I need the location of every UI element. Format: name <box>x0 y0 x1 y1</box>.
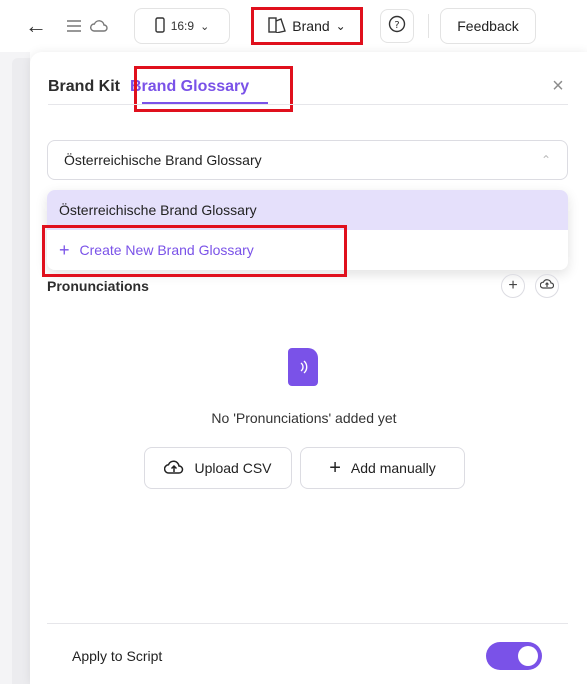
dropdown-item-glossary[interactable]: Österreichische Brand Glossary <box>47 190 568 230</box>
create-highlight-box <box>42 225 347 277</box>
toolbar-divider <box>428 14 429 38</box>
audio-file-icon <box>288 348 318 386</box>
aspect-ratio-button[interactable]: 16:9 ⌄ <box>134 8 230 44</box>
brand-icon <box>268 16 287 36</box>
brand-panel: Brand Kit Brand Glossary × Österreichisc… <box>30 52 587 684</box>
bottom-divider <box>47 623 568 624</box>
plus-icon: + <box>508 277 518 294</box>
chevron-down-icon: ⌄ <box>200 20 210 33</box>
upload-csv-button[interactable]: Upload CSV <box>144 447 292 489</box>
background-card <box>12 58 30 684</box>
dropdown-item-label: Österreichische Brand Glossary <box>59 202 257 218</box>
cloud-icon <box>88 14 110 38</box>
back-arrow-icon[interactable]: ← <box>24 12 48 40</box>
glossary-select[interactable]: Österreichische Brand Glossary ⌃ <box>47 140 568 180</box>
help-button[interactable]: ? <box>380 9 414 43</box>
add-manually-button[interactable]: + Add manually <box>300 447 465 489</box>
svg-text:?: ? <box>394 20 399 31</box>
plus-icon: + <box>329 456 341 479</box>
add-pronunciation-button[interactable]: + <box>501 274 525 298</box>
brand-button[interactable]: Brand ⌄ <box>251 7 363 45</box>
chevron-down-icon: ⌄ <box>335 19 346 33</box>
toggle-knob <box>518 646 538 666</box>
phone-icon <box>155 16 165 36</box>
apply-to-script-label: Apply to Script <box>72 648 163 664</box>
apply-to-script-toggle[interactable] <box>486 642 542 670</box>
add-manually-label: Add manually <box>350 460 436 476</box>
upload-pronunciation-button[interactable] <box>535 274 559 298</box>
pronunciations-heading: Pronunciations <box>47 278 149 294</box>
ratio-label: 16:9 <box>170 19 195 33</box>
menu-icon[interactable] <box>64 14 84 38</box>
tabs-divider <box>48 104 568 105</box>
help-icon: ? <box>388 15 406 38</box>
glossary-select-value: Österreichische Brand Glossary <box>64 152 262 168</box>
cloud-upload-icon <box>164 459 184 478</box>
feedback-button[interactable]: Feedback <box>440 8 536 44</box>
empty-state-text: No 'Pronunciations' added yet <box>211 410 397 426</box>
brand-label: Brand <box>292 18 330 34</box>
upload-csv-label: Upload CSV <box>194 460 272 476</box>
chevron-up-icon: ⌃ <box>541 153 552 167</box>
cloud-upload-icon <box>539 277 555 295</box>
tab-brand-kit[interactable]: Brand Kit <box>48 78 120 96</box>
top-toolbar: ← 16:9 ⌄ Brand ⌄ ? Feedback <box>0 0 587 52</box>
close-icon[interactable]: × <box>546 74 570 98</box>
tab-highlight-box <box>134 66 293 112</box>
